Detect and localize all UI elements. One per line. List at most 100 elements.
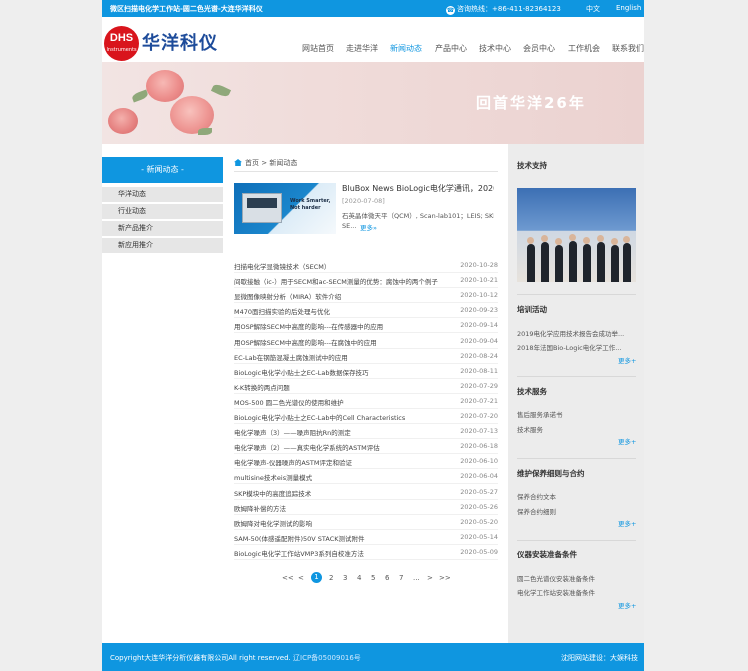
sidebar-item-industry-news[interactable]: 行业动态	[102, 204, 223, 219]
team-photo[interactable]	[517, 188, 636, 282]
featured-more-link[interactable]: 更多»	[360, 222, 377, 232]
news-list-item[interactable]: 用OSP解除SECM中高度的影响---在腐蚀中的应用 2020-09-04	[234, 334, 498, 349]
news-list-item[interactable]: 间歇接触（ic-）用于SECM和ac-SECM测量的优势：腐蚀中的两个例子 202…	[234, 273, 498, 289]
nav-products[interactable]: 产品中心	[435, 43, 467, 54]
news-list-item[interactable]: BioLogic电化学小贴士之EC-Lab中的Cell Characterist…	[234, 409, 498, 424]
news-list-item[interactable]: 电化学噪声（3）——噪声阻抗Rn的测定 2020-07-13	[234, 424, 498, 440]
news-list-item[interactable]: M470面扫描实验的后处理与优化 2020-09-23	[234, 303, 498, 319]
page-next-button[interactable]: >	[427, 574, 433, 582]
sidebar-item-new-applications[interactable]: 新应用推介	[102, 238, 223, 253]
news-title[interactable]: BioLogic电化学小贴士之EC-Lab数据保存技巧	[234, 367, 454, 377]
news-title[interactable]: 电化学噪声（3）——噪声阻抗Rn的测定	[234, 427, 454, 437]
news-title[interactable]: multisine技术eis测量模式	[234, 472, 454, 482]
news-title[interactable]: 显微图像映射分析（MIRA）软件介绍	[234, 291, 454, 301]
maintenance-item[interactable]: 保养合约细则	[517, 506, 629, 516]
news-title[interactable]: BioLogic电化学工作站VMP3系列自校准方法	[234, 548, 454, 558]
news-title[interactable]: 欧姆降对电化学测试的影响	[234, 518, 454, 528]
news-list-item[interactable]: multisine技术eis测量模式 2020-06-04	[234, 469, 498, 485]
news-date: 2020-06-10	[460, 457, 498, 466]
breadcrumb-home[interactable]: 首页	[245, 159, 259, 167]
nav-contact[interactable]: 联系我们	[612, 43, 644, 54]
install-more-link[interactable]: 更多+	[618, 600, 636, 610]
page-link[interactable]: 6	[385, 574, 389, 582]
hotline-text: 咨询热线：+86-411-82364123	[457, 5, 561, 13]
news-list-item[interactable]: 电化学噪声（2）——真实电化学系统的ASTM评估 2020-06-18	[234, 439, 498, 455]
service-item[interactable]: 售后服务承诺书	[517, 409, 629, 419]
training-more-link[interactable]: 更多+	[618, 355, 636, 365]
page-link[interactable]: 3	[343, 574, 347, 582]
home-icon	[234, 159, 242, 166]
nav-news[interactable]: 新闻动态	[390, 43, 422, 54]
news-list-item[interactable]: BioLogic电化学小贴士之EC-Lab数据保存技巧 2020-08-11	[234, 364, 498, 379]
install-item[interactable]: 电化学工作站安装准备条件	[517, 587, 629, 597]
footer-builder-link[interactable]: 沈阳网站建设：大娱科技	[561, 653, 638, 663]
lang-english-link[interactable]: English	[616, 4, 641, 12]
leaf-image	[131, 89, 149, 103]
news-title[interactable]: BioLogic电化学小贴士之EC-Lab中的Cell Characterist…	[234, 412, 454, 422]
news-list-item[interactable]: SAM-50(体感遥配附件)50V STACK测试附件 2020-05-14	[234, 530, 498, 545]
person-head	[611, 238, 618, 245]
nav-jobs[interactable]: 工作机会	[568, 43, 600, 54]
page-current[interactable]: 1	[311, 572, 322, 583]
page-prev-button[interactable]: <	[298, 574, 304, 582]
logo-icon[interactable]: DHS Instruments	[104, 26, 139, 61]
breadcrumb-divider	[234, 171, 498, 172]
news-title[interactable]: 欧姆降补偿的方法	[234, 503, 454, 513]
news-list-item[interactable]: 欧姆降对电化学测试的影响 2020-05-20	[234, 515, 498, 530]
news-title[interactable]: 电化学噪声（2）——真实电化学系统的ASTM评估	[234, 442, 454, 452]
nav-members[interactable]: 会员中心	[523, 43, 555, 54]
icp-link[interactable]: 辽ICP备05009016号	[293, 654, 361, 662]
news-list-item[interactable]: 用OSP解除SECM中高度的影响---在传感器中的应用 2020-09-14	[234, 318, 498, 334]
nav-about[interactable]: 走进华洋	[346, 43, 378, 54]
news-title[interactable]: SKP模块中的高度追踪技术	[234, 488, 454, 498]
news-title[interactable]: 用OSP解除SECM中高度的影响---在腐蚀中的应用	[234, 337, 454, 347]
maintenance-item[interactable]: 保养合约文本	[517, 491, 629, 501]
lang-chinese-link[interactable]: 中文	[586, 4, 600, 14]
news-list-item[interactable]: SKP模块中的高度追踪技术 2020-05-27	[234, 485, 498, 500]
section-divider	[517, 540, 636, 541]
person-head	[597, 235, 604, 242]
install-item[interactable]: 圆二色光谱仪安装准备条件	[517, 573, 629, 583]
news-list-item[interactable]: K-K转换的两点问题 2020-07-29	[234, 379, 498, 394]
news-title[interactable]: EC-Lab在钢筋混凝土腐蚀测试中的应用	[234, 352, 454, 362]
training-item[interactable]: 2018年法国Bio-Logic电化学工作...	[517, 342, 629, 352]
page-last-button[interactable]: >>	[439, 574, 451, 582]
news-title[interactable]: K-K转换的两点问题	[234, 382, 454, 392]
page-link[interactable]: 7	[399, 574, 403, 582]
maintenance-more-link[interactable]: 更多+	[618, 518, 636, 528]
page-first-button[interactable]: <<	[282, 574, 294, 582]
news-list-item[interactable]: BioLogic电化学工作站VMP3系列自校准方法 2020-05-09	[234, 545, 498, 560]
news-title[interactable]: 用OSP解除SECM中高度的影响---在传感器中的应用	[234, 321, 454, 331]
news-title[interactable]: 扫描电化学显微镜技术（SECM）	[234, 261, 454, 271]
main-content: - 新闻动态 - 华洋动态 行业动态 新产品推介 新应用推介 首页 > 新闻动态…	[102, 144, 644, 643]
news-list-item[interactable]: MOS-500 圆二色光谱仪的使用和维护 2020-07-21	[234, 394, 498, 409]
news-list-item[interactable]: 欧姆降补偿的方法 2020-05-26	[234, 500, 498, 515]
service-more-link[interactable]: 更多+	[618, 436, 636, 446]
news-list-item[interactable]: EC-Lab在钢筋混凝土腐蚀测试中的应用 2020-08-24	[234, 349, 498, 364]
news-title[interactable]: 电化学噪声-仪器噪声的ASTM评定和验证	[234, 457, 454, 467]
page-link[interactable]: 5	[371, 574, 375, 582]
nav-tech[interactable]: 技术中心	[479, 43, 511, 54]
sidebar-item-new-products[interactable]: 新产品推介	[102, 221, 223, 236]
training-item[interactable]: 2019电化学应用技术报告会成功举...	[517, 328, 629, 338]
service-item[interactable]: 技术服务	[517, 424, 629, 434]
news-list-item[interactable]: 电化学噪声-仪器噪声的ASTM评定和验证 2020-06-10	[234, 454, 498, 470]
news-date: 2020-09-23	[460, 306, 498, 315]
rose-image	[146, 70, 184, 102]
news-title[interactable]: 间歇接触（ic-）用于SECM和ac-SECM测量的优势：腐蚀中的两个例子	[234, 276, 454, 286]
news-title[interactable]: MOS-500 圆二色光谱仪的使用和维护	[234, 397, 454, 407]
sidebar-item-company-news[interactable]: 华洋动态	[102, 187, 223, 202]
featured-news-image[interactable]: Work Smarter, Not harder	[234, 183, 336, 234]
news-list-item[interactable]: 显微图像映射分析（MIRA）软件介绍 2020-10-12	[234, 288, 498, 304]
page-link[interactable]: 4	[357, 574, 361, 582]
logo-text[interactable]: 华洋科仪	[142, 29, 218, 55]
nav-home[interactable]: 网站首页	[302, 43, 334, 54]
news-title[interactable]: M470面扫描实验的后处理与优化	[234, 306, 454, 316]
news-date: 2020-07-13	[460, 427, 498, 436]
person-figure	[569, 241, 577, 282]
news-title[interactable]: SAM-50(体感遥配附件)50V STACK测试附件	[234, 533, 454, 543]
person-head	[569, 234, 576, 241]
news-list-item[interactable]: 扫描电化学显微镜技术（SECM） 2020-10-28	[234, 258, 498, 273]
featured-news-title[interactable]: BluBox News BioLogic电化学通讯，2020夏	[342, 183, 494, 194]
page-link[interactable]: 2	[329, 574, 333, 582]
